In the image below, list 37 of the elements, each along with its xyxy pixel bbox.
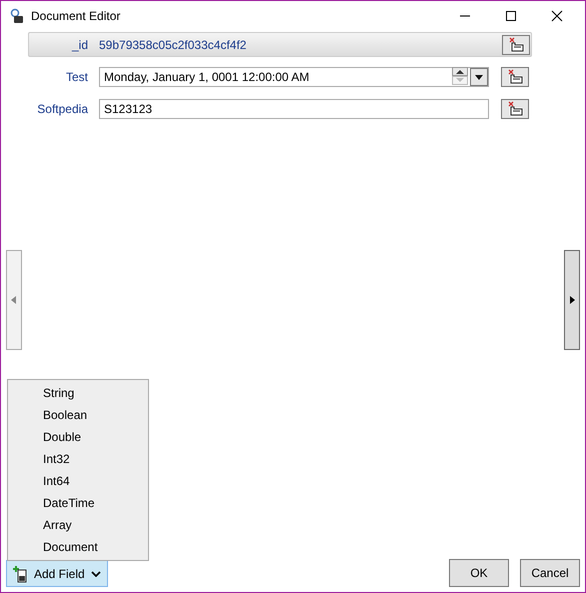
- date-time-field[interactable]: Monday, January 1, 0001 12:00:00 AM: [99, 66, 489, 86]
- left-arrow-icon: [11, 296, 17, 304]
- field-name: Test: [64, 70, 88, 84]
- next-button[interactable]: [564, 250, 580, 350]
- maximize-icon[interactable]: [505, 10, 517, 22]
- delete-field-icon: [506, 100, 524, 116]
- delete-field-icon: [507, 36, 525, 52]
- menu-item[interactable]: DateTime: [8, 492, 148, 514]
- lock-icon: [9, 8, 25, 24]
- field-name: Softpedia: [36, 102, 88, 116]
- field-row[interactable]: Test Monday, January 1, 0001 12:00:00 AM: [28, 64, 532, 89]
- caret-icon: [90, 570, 101, 576]
- delete-field-button[interactable]: [501, 98, 529, 118]
- field-value: 59b79358c05c2f033c4cf4f2: [99, 38, 248, 52]
- field-row[interactable]: Softpedia S123123: [28, 96, 532, 121]
- delete-field-button[interactable]: [501, 66, 529, 86]
- window-title: Document Editor: [31, 9, 120, 23]
- menu-item[interactable]: Double: [8, 426, 148, 448]
- dialog-button[interactable]: Cancel: [520, 559, 580, 587]
- delete-field-icon: [506, 68, 524, 84]
- spinner-icon[interactable]: [452, 67, 468, 85]
- menu-item[interactable]: Int64: [8, 470, 148, 492]
- right-arrow-icon: [569, 296, 575, 304]
- menu-item[interactable]: String: [8, 382, 148, 404]
- close-icon[interactable]: [551, 10, 563, 22]
- menu-item[interactable]: Document: [8, 536, 148, 558]
- input-field[interactable]: S123123: [99, 98, 489, 118]
- menu-item[interactable]: Boolean: [8, 404, 148, 426]
- add-field-button[interactable]: Add Field: [6, 560, 108, 587]
- field-name: _id: [70, 38, 88, 52]
- add-field-icon: [12, 564, 28, 582]
- delete-field-button[interactable]: [502, 34, 530, 54]
- dialog-button[interactable]: OK: [449, 559, 509, 587]
- menu-item[interactable]: Int32: [8, 448, 148, 470]
- field-row[interactable]: _id 59b79358c05c2f033c4cf4f2: [28, 32, 532, 57]
- dropdown-icon[interactable]: [470, 68, 488, 86]
- menu-item[interactable]: Array: [8, 514, 148, 536]
